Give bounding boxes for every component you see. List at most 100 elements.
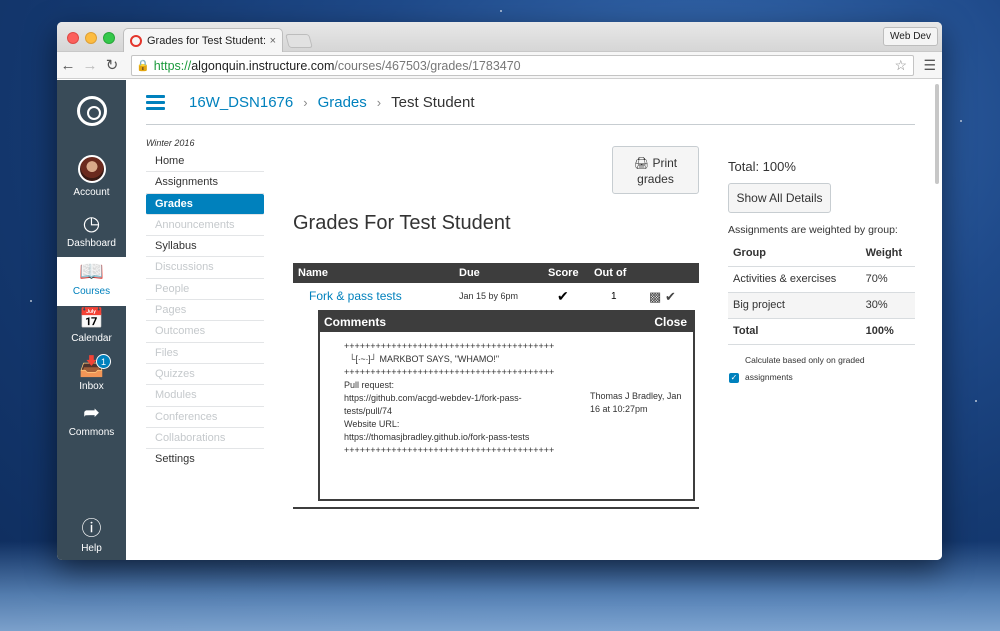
reload-icon[interactable]: ↻ [101, 56, 123, 74]
group-name: Big project [728, 292, 861, 319]
checkmark-icon: ✔ [557, 288, 569, 304]
course-nav-grades[interactable]: Grades [146, 193, 264, 215]
comments-title: Comments [324, 315, 387, 329]
grades-table: Name Due Score Out of Fork & pass tests … [293, 263, 699, 509]
global-nav-help[interactable]: ⓘ Help [57, 518, 126, 554]
share-arrow-icon: ➦ [83, 402, 100, 424]
maximize-window-button[interactable] [103, 32, 115, 44]
star [500, 10, 502, 12]
back-icon[interactable]: ← [57, 57, 79, 74]
comment-line: ++++++++++++++++++++++++++++++++++++++++ [344, 341, 555, 351]
group-name: Total [728, 318, 861, 345]
calc-graded-option: ✓ Calculate based only on graded assignm… [728, 352, 916, 386]
comments-panel: Comments Close +++++++++++++++++++++++++… [318, 310, 695, 501]
due-date: Jan 15 by 6pm [459, 291, 519, 301]
course-nav-modules[interactable]: Modules [146, 385, 264, 407]
course-nav-outcomes[interactable]: Outcomes [146, 321, 264, 343]
group-weight: 100% [860, 318, 915, 345]
bookmark-star-icon[interactable]: ☆ [894, 57, 907, 74]
total-grade: Total: 100% [728, 159, 796, 174]
print-label: grades [637, 172, 674, 186]
close-window-button[interactable] [67, 32, 79, 44]
global-nav-account[interactable]: Account [57, 155, 126, 198]
forward-icon[interactable]: → [79, 57, 101, 74]
browser-menu-icon[interactable]: ☰ [923, 57, 936, 74]
table-header: Name Due Score Out of [293, 263, 699, 283]
printer-icon: 🖨 [633, 156, 650, 170]
global-nav-label: Courses [72, 286, 111, 297]
comment-bubble-icon[interactable]: ▩ [649, 283, 661, 310]
book-icon: 📖 [79, 261, 104, 283]
global-nav-calendar[interactable]: 📅 Calendar [57, 308, 126, 344]
course-nav-files[interactable]: Files [146, 343, 264, 364]
comments-close-button[interactable]: Close [654, 312, 687, 332]
table-row: Total 100% [728, 318, 915, 345]
minimize-window-button[interactable] [85, 32, 97, 44]
course-nav-quizzes[interactable]: Quizzes [146, 364, 264, 386]
course-nav-syllabus[interactable]: Syllabus [146, 236, 264, 258]
course-nav-assignments[interactable]: Assignments [146, 172, 264, 194]
avatar [77, 155, 106, 183]
breadcrumb-grades-link[interactable]: Grades [318, 94, 367, 111]
print-grades-button[interactable]: 🖨 Print grades [612, 146, 699, 194]
comment-body: ++++++++++++++++++++++++++++++++++++++++… [320, 332, 693, 457]
global-nav-label: Commons [68, 427, 115, 438]
global-nav-courses[interactable]: 📖 Courses [57, 257, 126, 306]
comment-author: Thomas J Bradley, Jan 16 at 10:27pm [590, 391, 682, 414]
group-weight: 70% [860, 266, 915, 293]
course-menu-toggle-icon[interactable] [146, 94, 165, 110]
course-nav-settings[interactable]: Settings [146, 449, 264, 470]
global-nav-label: Dashboard [67, 238, 116, 249]
star [30, 300, 32, 302]
rubric-check-icon[interactable]: ✔ [665, 283, 676, 310]
scrollbar[interactable] [935, 84, 939, 184]
global-nav-label: Calendar [71, 333, 112, 344]
profile-button[interactable]: Web Dev [883, 27, 938, 46]
out-of-value: 1 [611, 291, 617, 302]
course-navigation: Winter 2016 Home Assignments Grades Anno… [146, 138, 264, 470]
tab-close-icon[interactable]: × [270, 35, 276, 47]
show-all-details-button[interactable]: Show All Details [728, 183, 831, 213]
course-nav-people[interactable]: People [146, 279, 264, 301]
comment-line: ++++++++++++++++++++++++++++++++++++++++ [344, 445, 555, 455]
inbox-icon: 📥 [79, 356, 104, 378]
course-nav-announcements[interactable]: Announcements [146, 215, 264, 237]
table-row: Fork & pass tests Jan 15 by 6pm ✔ 1 ▩ ✔ [293, 283, 699, 310]
page-title: Grades For Test Student [293, 212, 511, 234]
weights-table: Group Weight Activities & exercises 70% … [728, 240, 915, 345]
col-group: Group [728, 240, 861, 267]
group-name: Activities & exercises [728, 266, 861, 293]
global-nav-dashboard[interactable]: ◷ Dashboard [57, 213, 126, 249]
address-bar[interactable]: 🔒 https:// algonquin.instructure.com /co… [131, 55, 914, 76]
global-nav-commons[interactable]: ➦ Commons [57, 402, 126, 438]
col-out-of: Out of [594, 267, 627, 279]
star [960, 120, 962, 122]
course-nav-collaborations[interactable]: Collaborations [146, 428, 264, 450]
url-host: algonquin.instructure.com [191, 58, 335, 73]
global-nav-inbox[interactable]: 📥 1 Inbox [57, 354, 126, 392]
new-tab-button[interactable] [285, 34, 313, 48]
calendar-icon: 📅 [79, 308, 104, 330]
canvas-app: Account ◷ Dashboard 📖 Courses 📅 Calendar… [57, 80, 942, 560]
breadcrumb-course-link[interactable]: 16W_DSN1676 [189, 94, 293, 111]
question-icon: ⓘ [81, 518, 102, 540]
course-nav-conferences[interactable]: Conferences [146, 407, 264, 428]
browser-window: Grades for Test Student: W × Web Dev ← →… [57, 22, 942, 560]
print-label: Print [652, 156, 678, 170]
browser-tab[interactable]: Grades for Test Student: W × [123, 28, 283, 53]
course-nav-home[interactable]: Home [146, 151, 264, 173]
course-nav-pages[interactable]: Pages [146, 300, 264, 322]
title-bar: Grades for Test Student: W × Web Dev [57, 22, 942, 53]
url-path: /courses/467503/grades/1783470 [334, 58, 521, 73]
canvas-logo-icon[interactable] [77, 96, 107, 126]
inbox-badge: 1 [96, 354, 111, 369]
browser-toolbar: ← → ↻ 🔒 https:// algonquin.instructure.c… [57, 52, 942, 79]
chevron-right-icon: › [376, 94, 382, 110]
chevron-right-icon: › [303, 94, 308, 110]
calc-graded-checkbox[interactable]: ✓ [729, 372, 739, 383]
col-due: Due [459, 267, 480, 279]
assignment-link[interactable]: Fork & pass tests [309, 283, 402, 310]
group-weight: 30% [860, 292, 915, 319]
global-nav-label: Inbox [79, 381, 104, 392]
course-nav-discussions[interactable]: Discussions [146, 257, 264, 279]
